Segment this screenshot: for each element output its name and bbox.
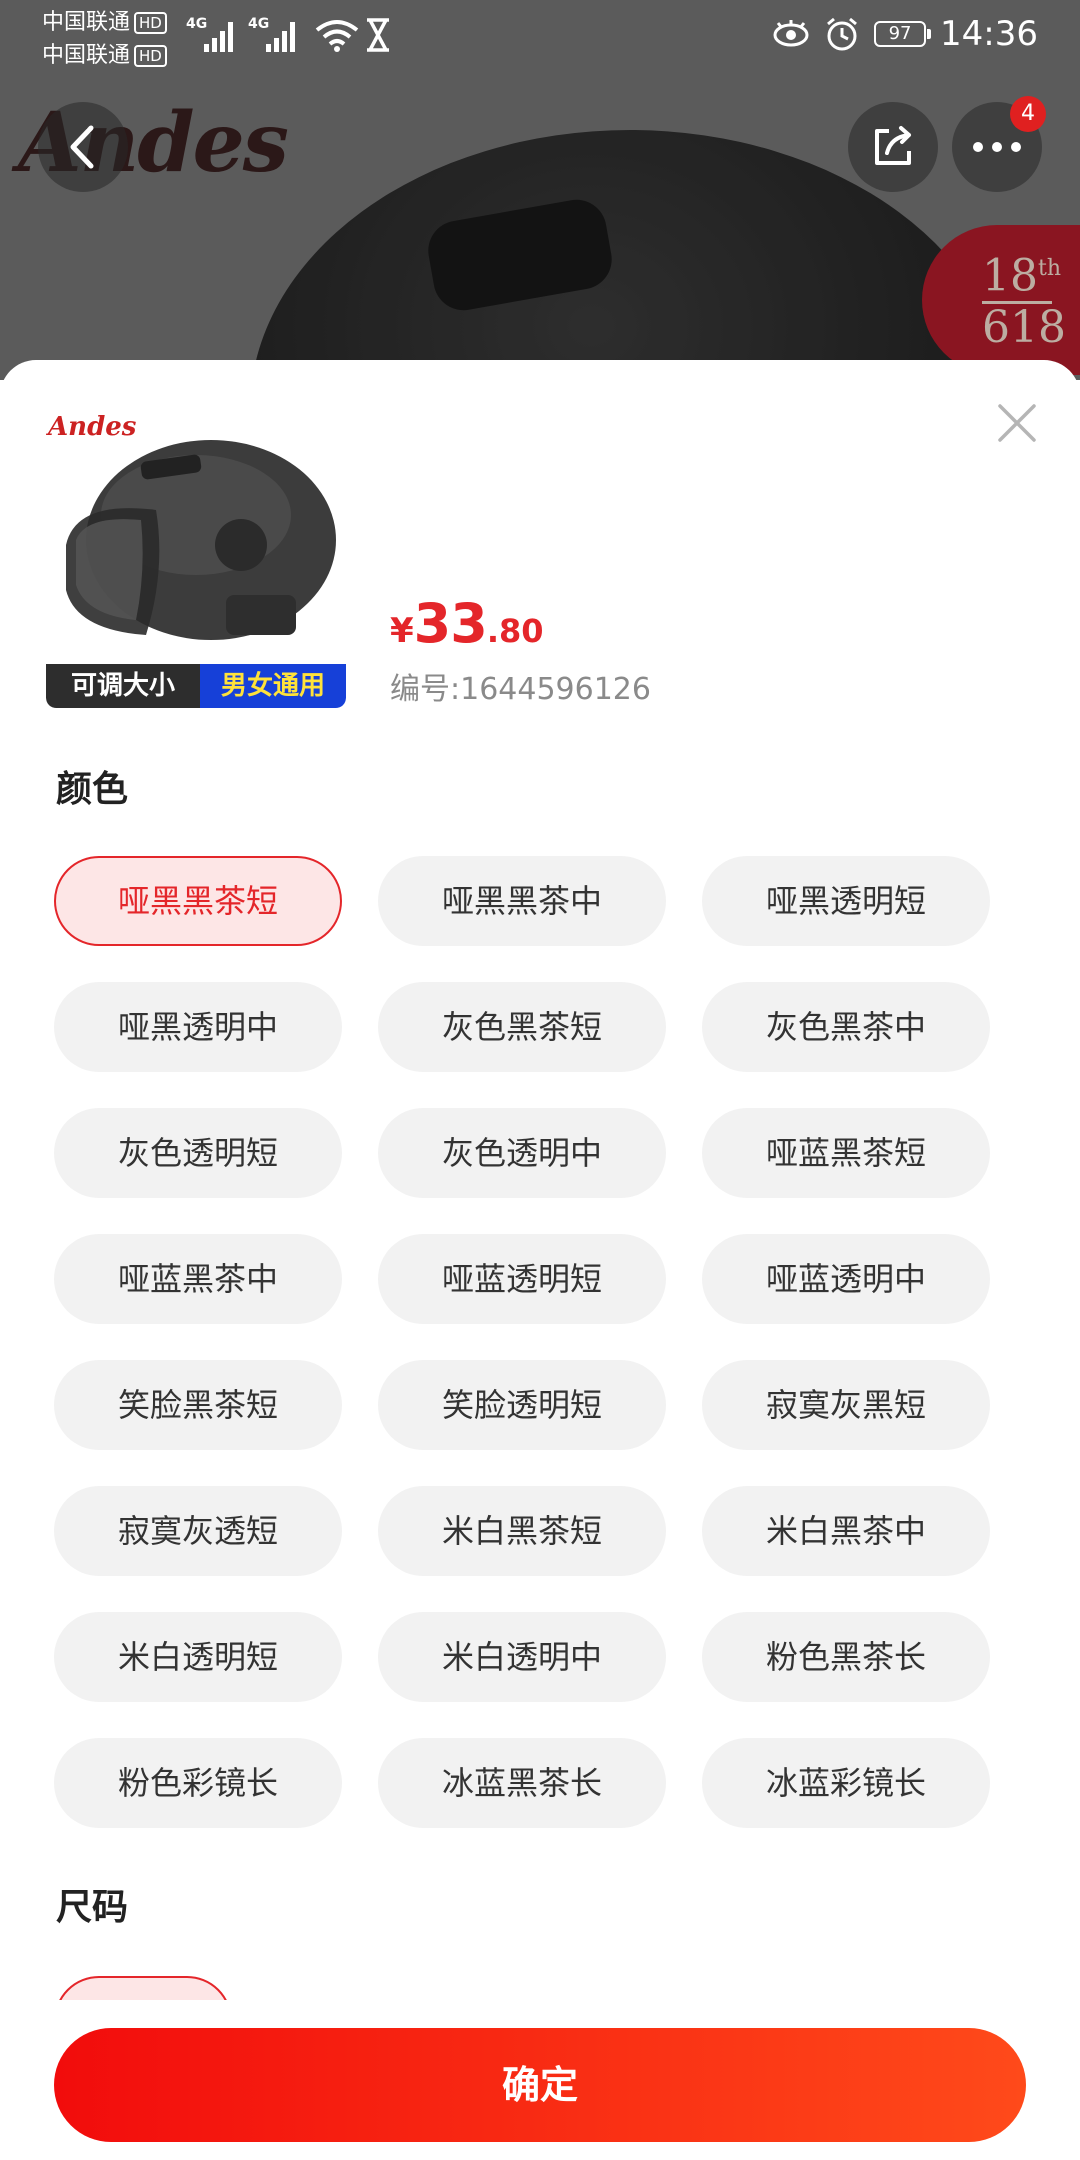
share-icon bbox=[875, 126, 911, 165]
color-option[interactable]: 哑黑黑茶中 bbox=[378, 856, 666, 946]
color-option[interactable]: 灰色黑茶短 bbox=[378, 982, 666, 1072]
sku-thumbnail[interactable]: Andes 可调大小 男女通用 bbox=[46, 410, 346, 708]
hourglass-status bbox=[364, 16, 392, 54]
carrier-line-1: 中国联通 HD bbox=[42, 6, 167, 39]
more-button[interactable]: 4 bbox=[952, 96, 1046, 192]
sku-code: 编号:1644596126 bbox=[390, 672, 651, 707]
close-button[interactable] bbox=[994, 400, 1040, 446]
more-dots-icon bbox=[973, 142, 1021, 152]
share-button[interactable] bbox=[848, 102, 938, 192]
color-option[interactable]: 冰蓝彩镜长 bbox=[702, 1738, 990, 1828]
color-option[interactable]: 笑脸透明短 bbox=[378, 1360, 666, 1450]
color-option[interactable]: 灰色透明短 bbox=[54, 1108, 342, 1198]
confirm-bar: 确定 bbox=[0, 2000, 1080, 2160]
size-section-title: 尺码 bbox=[56, 1887, 129, 1928]
price-integer: 33 bbox=[413, 592, 488, 655]
color-option[interactable]: 米白黑茶短 bbox=[378, 1486, 666, 1576]
price-currency: ¥ bbox=[390, 611, 414, 651]
hd-badge-2: HD bbox=[134, 45, 167, 67]
color-option[interactable]: 寂寞灰透短 bbox=[54, 1486, 342, 1576]
network-type-2: 4G bbox=[248, 16, 270, 32]
hourglass-icon bbox=[367, 18, 389, 52]
thumbnail-tags: 可调大小 男女通用 bbox=[46, 664, 346, 708]
color-option[interactable]: 灰色透明中 bbox=[378, 1108, 666, 1198]
back-button[interactable] bbox=[38, 102, 128, 192]
battery-indicator: 97 bbox=[874, 21, 932, 47]
color-option[interactable]: 哑蓝黑茶中 bbox=[54, 1234, 342, 1324]
color-option[interactable]: 哑蓝透明中 bbox=[702, 1234, 990, 1324]
carrier-name-2: 中国联通 bbox=[42, 43, 131, 68]
tag-adjustable: 可调大小 bbox=[46, 664, 200, 708]
price-decimal: .80 bbox=[486, 612, 544, 650]
tag-unisex: 男女通用 bbox=[200, 664, 346, 708]
status-right-group: 97 14:36 bbox=[772, 14, 1038, 54]
wifi-icon bbox=[315, 20, 359, 52]
alarm-icon bbox=[827, 17, 857, 51]
signal-strength-2: 4G bbox=[248, 16, 304, 54]
sku-selector-sheet: Andes 可调大小 男女通用 ¥33.80 编号:1644596126 颜色 … bbox=[0, 360, 1080, 2160]
confirm-button[interactable]: 确定 bbox=[54, 2028, 1026, 2142]
color-options-grid: 哑黑黑茶短 哑黑黑茶中 哑黑透明短 哑黑透明中 灰色黑茶短 灰色黑茶中 灰色透明… bbox=[54, 856, 1044, 1828]
color-option[interactable]: 寂寞灰黑短 bbox=[702, 1360, 990, 1450]
color-section-title: 颜色 bbox=[56, 769, 129, 810]
color-option[interactable]: 灰色黑茶中 bbox=[702, 982, 990, 1072]
color-option[interactable]: 粉色黑茶长 bbox=[702, 1612, 990, 1702]
notification-count-badge: 4 bbox=[1010, 96, 1046, 132]
color-option[interactable]: 米白透明中 bbox=[378, 1612, 666, 1702]
color-option[interactable]: 米白黑茶中 bbox=[702, 1486, 990, 1576]
color-option[interactable]: 哑蓝透明短 bbox=[378, 1234, 666, 1324]
close-icon bbox=[998, 404, 1036, 442]
carrier-name-1: 中国联通 bbox=[42, 10, 131, 35]
status-bar: 中国联通 HD 中国联通 HD 4G 4G 97 14:36 bbox=[0, 0, 1080, 72]
carrier-line-2: 中国联通 HD bbox=[42, 39, 167, 72]
color-option[interactable]: 米白透明短 bbox=[54, 1612, 342, 1702]
color-option[interactable]: 冰蓝黑茶长 bbox=[378, 1738, 666, 1828]
eye-icon bbox=[773, 20, 809, 47]
hd-badge-1: HD bbox=[134, 12, 167, 34]
color-option[interactable]: 哑蓝黑茶短 bbox=[702, 1108, 990, 1198]
chevron-left-icon bbox=[70, 125, 94, 169]
signal-strength-1: 4G bbox=[186, 16, 242, 54]
carrier-info: 中国联通 HD 中国联通 HD bbox=[42, 6, 167, 72]
sku-price: ¥33.80 bbox=[390, 592, 544, 655]
network-type-1: 4G bbox=[186, 16, 208, 32]
color-option[interactable]: 哑黑透明中 bbox=[54, 982, 342, 1072]
status-time: 14:36 bbox=[940, 14, 1038, 54]
color-option[interactable]: 哑黑透明短 bbox=[702, 856, 990, 946]
color-option[interactable]: 粉色彩镜长 bbox=[54, 1738, 342, 1828]
color-option[interactable]: 笑脸黑茶短 bbox=[54, 1360, 342, 1450]
wifi-status bbox=[314, 16, 360, 54]
helmet-image bbox=[66, 440, 336, 640]
color-option[interactable]: 哑黑黑茶短 bbox=[54, 856, 342, 946]
